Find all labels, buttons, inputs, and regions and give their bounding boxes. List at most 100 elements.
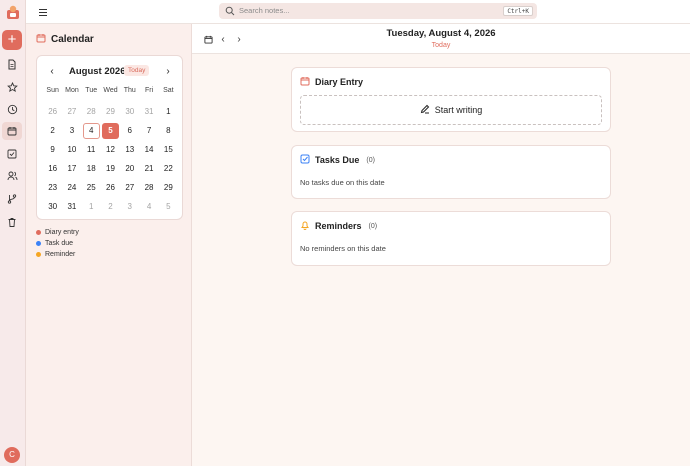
calendar-day-number: 8 [166, 126, 171, 135]
calendar-day-number: 15 [163, 145, 173, 154]
app-logo[interactable] [5, 4, 21, 20]
calendar-day-number: 28 [144, 183, 154, 192]
trash-icon[interactable] [5, 215, 19, 229]
next-month-button[interactable]: › [161, 64, 175, 78]
calendar-day[interactable]: 22 [159, 159, 178, 178]
tasks-count: (0) [366, 156, 375, 164]
weekday-label: Fri [144, 87, 154, 94]
calendar-day-today[interactable]: 5 [101, 121, 120, 140]
clock-icon[interactable] [5, 102, 19, 116]
calendar-day[interactable]: 4 [139, 197, 158, 216]
calendar-day[interactable]: 3 [120, 197, 139, 216]
calendar-day-number: 3 [127, 202, 132, 211]
search-icon [225, 6, 235, 16]
calendar-day-number: 23 [48, 183, 58, 192]
calendar-day[interactable]: 23 [43, 178, 62, 197]
selected-date-title: Tuesday, August 4, 2026 [386, 28, 496, 39]
calendar-day-number: 21 [144, 164, 154, 173]
calendar-day[interactable]: 14 [139, 140, 158, 159]
tasks-due-card: Tasks Due (0) No tasks due on this date [291, 145, 611, 199]
calendar-day[interactable]: 21 [139, 159, 158, 178]
calendar-day-number: 1 [166, 107, 171, 116]
calendar-day[interactable]: 11 [82, 140, 101, 159]
weekday-label: Sun [46, 87, 59, 94]
calendar-day[interactable]: 15 [159, 140, 178, 159]
people-icon[interactable] [5, 169, 19, 183]
tasks-check-icon [300, 154, 310, 166]
check-icon[interactable] [5, 147, 19, 161]
calendar-day[interactable]: 10 [62, 140, 81, 159]
tasks-empty-text: No tasks due on this date [300, 178, 385, 187]
app-rail: + C [0, 0, 26, 466]
diary-entry-card: Diary Entry Start writing [291, 67, 611, 132]
calendar-day[interactable]: 18 [82, 159, 101, 178]
calendar-day[interactable]: 12 [101, 140, 120, 159]
calendar-day[interactable]: 9 [43, 140, 62, 159]
calendar-day[interactable]: 1 [159, 102, 178, 121]
calendar-day[interactable]: 2 [101, 197, 120, 216]
legend-dot-icon [36, 241, 41, 246]
calendar-day-number: 13 [125, 145, 135, 154]
calendar-day[interactable]: 5 [159, 197, 178, 216]
weekday-label: Sat [163, 87, 174, 94]
calendar-day[interactable]: 27 [120, 178, 139, 197]
legend-label: Reminder [45, 251, 76, 258]
calendar-day-number: 24 [67, 183, 77, 192]
calendar-day-number: 17 [67, 164, 77, 173]
new-note-button[interactable]: + [2, 30, 22, 50]
legend-item: Task due [36, 238, 79, 249]
start-writing-button[interactable]: Start writing [300, 95, 602, 125]
calendar-day[interactable]: 30 [120, 102, 139, 121]
calendar-sidebar: Calendar ‹ August 2026 Today › Sun Mon Tue… [26, 24, 192, 466]
date-header: ‹ › Tuesday, August 4, 2026 Today [192, 24, 690, 54]
calendar-day[interactable]: 29 [101, 102, 120, 121]
calendar-day[interactable]: 31 [139, 102, 158, 121]
branch-icon[interactable] [5, 192, 19, 206]
calendar-day[interactable]: 25 [82, 178, 101, 197]
calendar-day-number: 14 [144, 145, 154, 154]
calendar-day-number: 30 [48, 202, 58, 211]
calendar-day[interactable]: 13 [120, 140, 139, 159]
calendar-day-number: 9 [50, 145, 55, 154]
calendar-day[interactable]: 24 [62, 178, 81, 197]
prev-month-button[interactable]: ‹ [45, 64, 59, 78]
calendar-day[interactable]: 20 [120, 159, 139, 178]
search-bar[interactable]: Search notes... Ctrl+K [219, 3, 537, 19]
calendar-icon[interactable] [2, 122, 22, 140]
calendar-day-number: 28 [86, 107, 96, 116]
calendar-title-icon [36, 33, 46, 45]
calendar-day[interactable]: 1 [82, 197, 101, 216]
calendar-day-number: 7 [146, 126, 152, 135]
calendar-day[interactable]: 8 [159, 121, 178, 140]
calendar-day[interactable]: 2 [43, 121, 62, 140]
mini-calendar: ‹ August 2026 Today › Sun Mon Tue Wed Thu Fri… [36, 55, 183, 220]
calendar-day[interactable]: 30 [43, 197, 62, 216]
calendar-day[interactable]: 3 [62, 121, 81, 140]
calendar-day[interactable]: 28 [82, 102, 101, 121]
calendar-day-number: 5 [101, 122, 119, 139]
menu-icon[interactable] [37, 6, 49, 18]
search-input[interactable]: Search notes... [239, 6, 289, 15]
calendar-day[interactable]: 19 [101, 159, 120, 178]
calendar-day[interactable]: 27 [62, 102, 81, 121]
user-avatar[interactable]: C [4, 447, 20, 463]
calendar-day[interactable]: 26 [43, 102, 62, 121]
calendar-day[interactable]: 16 [43, 159, 62, 178]
calendar-day[interactable]: 31 [62, 197, 81, 216]
calendar-day-number: 26 [106, 183, 115, 192]
notes-icon[interactable] [5, 57, 19, 71]
legend-item: Reminder [36, 249, 79, 260]
weekday-header: Sun Mon Tue Wed Thu Fri Sat [43, 87, 178, 94]
calendar-day[interactable]: 26 [101, 178, 120, 197]
calendar-day[interactable]: 17 [62, 159, 81, 178]
calendar-day[interactable]: 7 [139, 121, 158, 140]
calendar-day[interactable]: 29 [159, 178, 178, 197]
calendar-today-button[interactable]: Today [124, 65, 150, 76]
calendar-day-selected[interactable]: 4 [82, 121, 101, 140]
calendar-day-number: 11 [87, 145, 96, 154]
star-icon[interactable] [5, 80, 19, 94]
calendar-day[interactable]: 6 [120, 121, 139, 140]
reminders-empty-text: No reminders on this date [300, 244, 386, 253]
calendar-day[interactable]: 28 [139, 178, 158, 197]
go-today-link[interactable]: Today [192, 42, 690, 49]
